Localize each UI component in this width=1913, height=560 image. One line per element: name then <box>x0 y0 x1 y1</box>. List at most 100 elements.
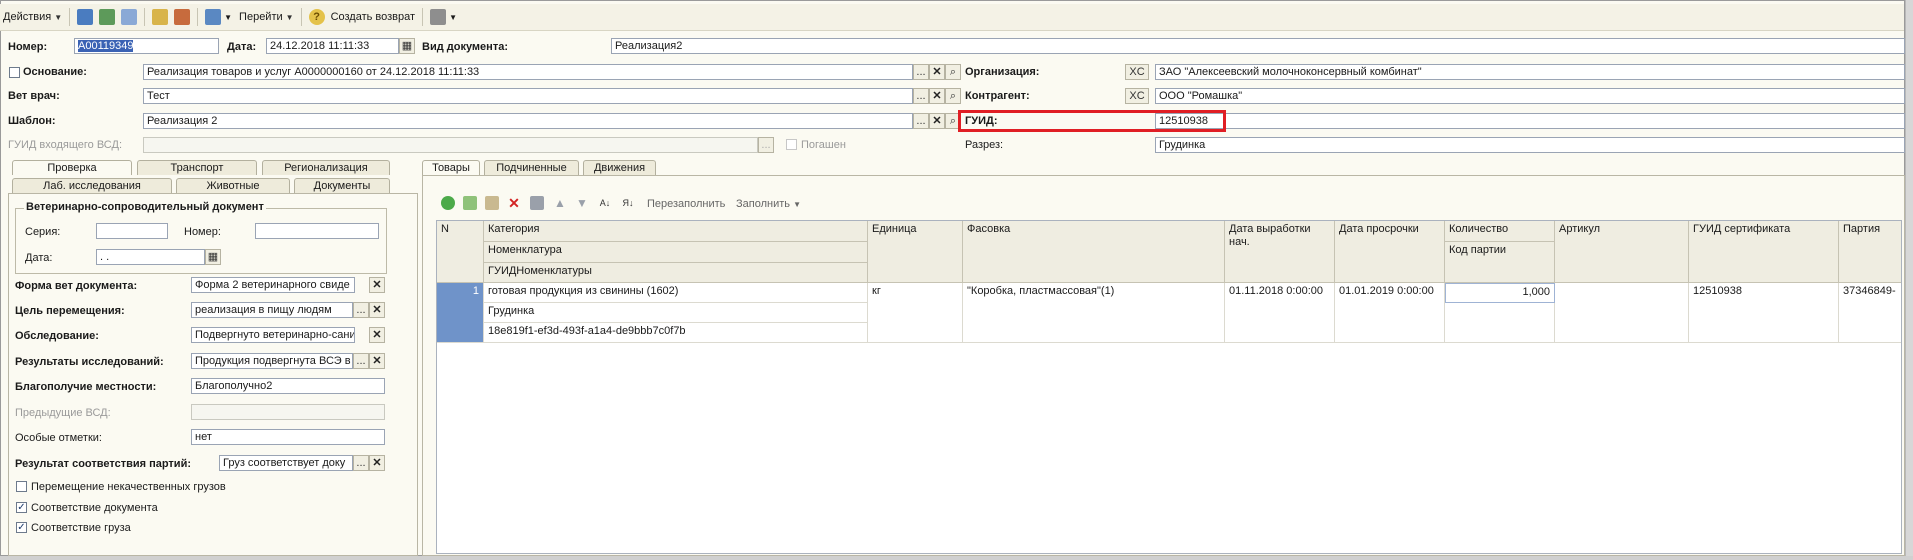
add-row-icon[interactable] <box>441 196 455 210</box>
vet-clear-icon[interactable]: ✕ <box>929 88 945 104</box>
doctype-field[interactable]: Реализация2 <box>611 38 1905 54</box>
col-prod-date-header[interactable]: Дата выработки нач. <box>1225 221 1335 283</box>
exam-field[interactable]: Подвергнуто ветеринарно-сани <box>191 327 355 343</box>
guid-in-field[interactable] <box>143 137 758 153</box>
exam-clear-icon[interactable]: ✕ <box>369 327 385 343</box>
row-number-cell[interactable]: 1 <box>437 283 484 343</box>
actions-menu[interactable]: Действия ▼ <box>0 6 65 28</box>
form-field[interactable]: Форма 2 ветеринарного свиде <box>191 277 355 293</box>
results-field[interactable]: Продукция подвергнута ВСЭ в <box>191 353 353 369</box>
basis-checkbox[interactable] <box>9 67 20 78</box>
nomenclature-cell[interactable]: Грудинка <box>484 303 868 323</box>
paid-checkbox[interactable] <box>786 139 797 150</box>
batch-cell[interactable]: 37346849- <box>1839 283 1901 343</box>
create-return-button[interactable]: Создать возврат <box>328 6 419 28</box>
col-qty-header[interactable]: Количество <box>1445 221 1555 242</box>
goods-table[interactable]: N Категория Номенклатура ГУИДНоменклатур… <box>436 220 1902 554</box>
structure-icon[interactable] <box>174 9 191 25</box>
purpose-field[interactable]: реализация в пищу людям <box>191 302 353 318</box>
guid-in-select-button[interactable]: ... <box>758 137 774 153</box>
unit-cell[interactable]: кг <box>868 283 963 343</box>
vet-field[interactable]: Тест <box>143 88 913 104</box>
packing-cell[interactable]: "Коробка, пластмассовая"(1) <box>963 283 1225 343</box>
tab-subordinate[interactable]: Подчиненные <box>484 160 579 175</box>
col-guid-nom-header[interactable]: ГУИДНоменклатуры <box>484 263 868 283</box>
basis-clear-icon[interactable]: ✕ <box>929 64 945 80</box>
dropdown-arrow-icon[interactable]: ▼ <box>449 13 457 22</box>
template-select-button[interactable]: ... <box>913 113 929 129</box>
basis-select-button[interactable]: ... <box>913 64 929 80</box>
tab-regionalization[interactable]: Регионализация <box>262 160 390 175</box>
prev-vsd-field[interactable] <box>191 404 385 420</box>
form-clear-icon[interactable]: ✕ <box>369 277 385 293</box>
sort-asc-icon[interactable]: A↓ <box>598 196 612 210</box>
move-up-icon[interactable]: ▲ <box>553 196 567 210</box>
delete-icon[interactable]: ✕ <box>507 196 521 210</box>
dropdown-arrow-icon[interactable]: ▼ <box>224 13 232 22</box>
create-based-on-icon[interactable] <box>152 9 169 25</box>
bad-cargo-checkbox[interactable] <box>16 481 27 492</box>
vsd-date-field[interactable]: . . <box>96 249 205 265</box>
welfare-field[interactable]: Благополучно2 <box>191 378 385 394</box>
prod-date-cell[interactable]: 01.11.2018 0:00:00 <box>1225 283 1335 343</box>
purpose-clear-icon[interactable]: ✕ <box>369 302 385 318</box>
template-field[interactable]: Реализация 2 <box>143 113 913 129</box>
col-article-header[interactable]: Артикул <box>1555 221 1689 283</box>
copy-icon[interactable] <box>121 9 138 25</box>
template-clear-icon[interactable]: ✕ <box>929 113 945 129</box>
notes-field[interactable]: нет <box>191 429 385 445</box>
movement-icon[interactable] <box>205 9 222 25</box>
tab-lab-research[interactable]: Лаб. исследования <box>12 178 172 193</box>
print-icon[interactable] <box>430 9 447 25</box>
tab-goods[interactable]: Товары <box>422 160 480 175</box>
basis-field[interactable]: Реализация товаров и услуг А0000000160 о… <box>143 64 913 80</box>
tab-movements[interactable]: Движения <box>583 160 656 175</box>
number-field[interactable]: А00119349 <box>74 38 219 54</box>
vet-search-icon[interactable]: ⌕ <box>945 88 961 104</box>
move-down-icon[interactable]: ▼ <box>575 196 589 210</box>
add-copy-icon[interactable] <box>463 196 477 210</box>
results-select-button[interactable]: ... <box>353 353 369 369</box>
fill-menu[interactable]: Заполнить ▼ <box>736 198 801 210</box>
col-exp-date-header[interactable]: Дата просрочки <box>1335 221 1445 283</box>
tab-documents[interactable]: Документы <box>294 178 390 193</box>
guid-field[interactable]: 12510938 <box>1155 113 1905 129</box>
tab-animals[interactable]: Животные <box>176 178 290 193</box>
date-field[interactable]: 24.12.2018 11:11:33 <box>266 38 399 54</box>
goto-menu[interactable]: Перейти ▼ <box>236 6 297 28</box>
col-n-header[interactable]: N <box>437 221 484 283</box>
col-batch-code-header[interactable]: Код партии <box>1445 242 1555 283</box>
series-field[interactable] <box>96 223 168 239</box>
refresh-icon[interactable] <box>99 9 116 25</box>
post-document-icon[interactable] <box>77 9 94 25</box>
refill-button[interactable]: Перезаполнить <box>647 198 725 210</box>
match-field[interactable]: Груз соответствует доку <box>219 455 353 471</box>
vet-select-button[interactable]: ... <box>913 88 929 104</box>
contr-field[interactable]: ООО "Ромашка" <box>1155 88 1905 104</box>
purpose-select-button[interactable]: ... <box>353 302 369 318</box>
tab-check[interactable]: Проверка <box>12 160 132 175</box>
match-clear-icon[interactable]: ✕ <box>369 455 385 471</box>
category-cell[interactable]: готовая продукция из свинины (1602) <box>484 283 868 303</box>
org-type-button[interactable]: XC <box>1125 64 1149 80</box>
razrez-field[interactable]: Грудинка <box>1155 137 1905 153</box>
cert-guid-cell[interactable]: 12510938 <box>1689 283 1839 343</box>
end-edit-icon[interactable] <box>530 196 544 210</box>
sort-desc-icon[interactable]: Я↓ <box>621 196 635 210</box>
org-field[interactable]: ЗАО "Алексеевский молочноконсервный комб… <box>1155 64 1905 80</box>
guid-nom-cell[interactable]: 18e819f1-ef3d-493f-a1a4-de9bbb7c0f7b <box>484 323 868 343</box>
tab-transport[interactable]: Транспорт <box>137 160 257 175</box>
vsd-number-field[interactable] <box>255 223 379 239</box>
contr-type-button[interactable]: XC <box>1125 88 1149 104</box>
col-packing-header[interactable]: Фасовка <box>963 221 1225 283</box>
doc-match-checkbox[interactable]: ✓ <box>16 502 27 513</box>
col-category-header[interactable]: Категория <box>484 221 868 242</box>
col-batch-header[interactable]: Партия <box>1839 221 1901 283</box>
calendar-icon[interactable]: ▦ <box>399 38 415 54</box>
vsd-calendar-icon[interactable]: ▦ <box>205 249 221 265</box>
results-clear-icon[interactable]: ✕ <box>369 353 385 369</box>
help-icon[interactable]: ? <box>308 9 325 25</box>
cargo-match-checkbox[interactable]: ✓ <box>16 522 27 533</box>
col-cert-guid-header[interactable]: ГУИД сертификата <box>1689 221 1839 283</box>
article-cell[interactable] <box>1555 283 1689 343</box>
